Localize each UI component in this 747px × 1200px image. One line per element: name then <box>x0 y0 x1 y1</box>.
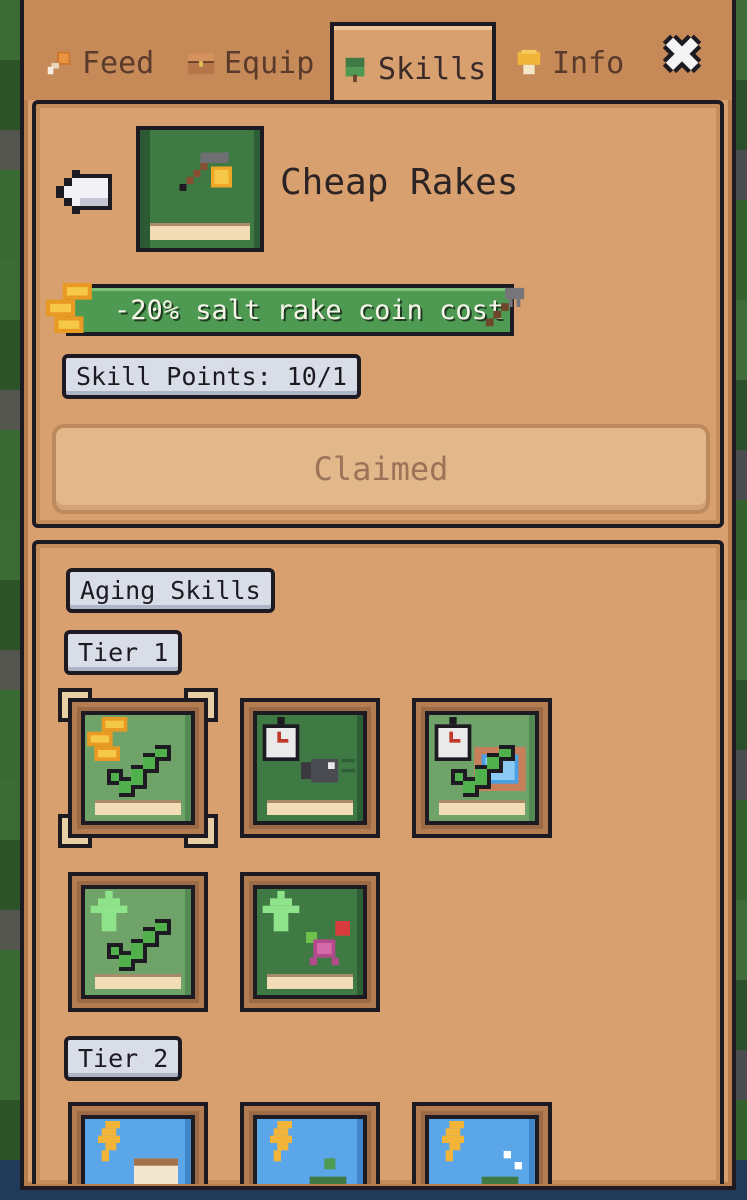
chest-icon <box>187 53 215 75</box>
skill-title: Cheap Rakes <box>280 162 519 203</box>
tab-equip[interactable]: Equip <box>180 28 320 98</box>
tab-info-label: Info <box>552 45 625 81</box>
skill-effect-text: -20% salt rake coin cost <box>114 294 505 326</box>
check-icon <box>451 745 515 797</box>
close-icon[interactable]: ✖ <box>654 23 712 87</box>
clover-icon <box>345 57 365 83</box>
skill-points-badge: Skill Points: 10/1 <box>62 354 361 399</box>
fish-icon <box>301 758 355 783</box>
tab-info[interactable]: Info <box>508 28 630 98</box>
skill-sea-creature[interactable] <box>240 872 380 1012</box>
check-icon <box>107 745 171 797</box>
tab-bar: Feed Equip Skills Info ✖ <box>24 0 732 112</box>
crab-icon <box>306 921 350 965</box>
sparkle-icon <box>481 1151 522 1184</box>
mushroom-icon <box>517 49 541 75</box>
tier-1-label: Tier 1 <box>64 630 183 675</box>
tab-feed[interactable]: Feed <box>38 28 160 98</box>
arrow-up-icon <box>262 891 300 932</box>
plant-icon <box>309 1158 347 1184</box>
skills-panel: Feed Equip Skills Info ✖ Cheap Rakes -20… <box>20 0 736 1190</box>
skill-tier2-1[interactable] <box>68 1102 208 1184</box>
skill-frame-timer[interactable] <box>412 698 552 838</box>
claimed-button[interactable]: Claimed <box>52 424 710 514</box>
skill-cheap-rakes[interactable] <box>68 698 208 838</box>
salt-rake-icon <box>485 287 525 327</box>
skill-effect: -20% salt rake coin cost <box>66 284 514 336</box>
tab-skills[interactable]: Skills <box>330 22 497 112</box>
section-title: Aging Skills <box>66 568 275 613</box>
skill-rake-upgrade[interactable] <box>68 872 208 1012</box>
skill-detail: Cheap Rakes -20% salt rake coin cost Ski… <box>32 100 724 528</box>
skill-tier2-3[interactable] <box>412 1102 552 1184</box>
check-icon <box>107 919 171 971</box>
lightning-icon <box>98 1121 120 1162</box>
skill-tier2-2[interactable] <box>240 1102 380 1184</box>
scroll-icon <box>134 1158 178 1184</box>
tab-skills-label: Skills <box>378 51 487 87</box>
stopwatch-icon <box>262 717 300 761</box>
lightning-icon <box>442 1121 464 1162</box>
tier-2-label: Tier 2 <box>64 1036 183 1081</box>
skill-fast-fish[interactable] <box>240 698 380 838</box>
tab-feed-label: Feed <box>82 45 155 81</box>
skills-list: Aging Skills Tier 1 Tier 2 <box>32 540 724 1184</box>
drumstick-icon <box>47 51 71 75</box>
rake-icon <box>179 152 232 191</box>
coins-icon <box>46 283 92 333</box>
back-arrow-icon[interactable] <box>56 166 112 218</box>
skill-book-icon <box>136 126 264 252</box>
lightning-icon <box>270 1121 292 1162</box>
tab-equip-label: Equip <box>224 45 315 81</box>
